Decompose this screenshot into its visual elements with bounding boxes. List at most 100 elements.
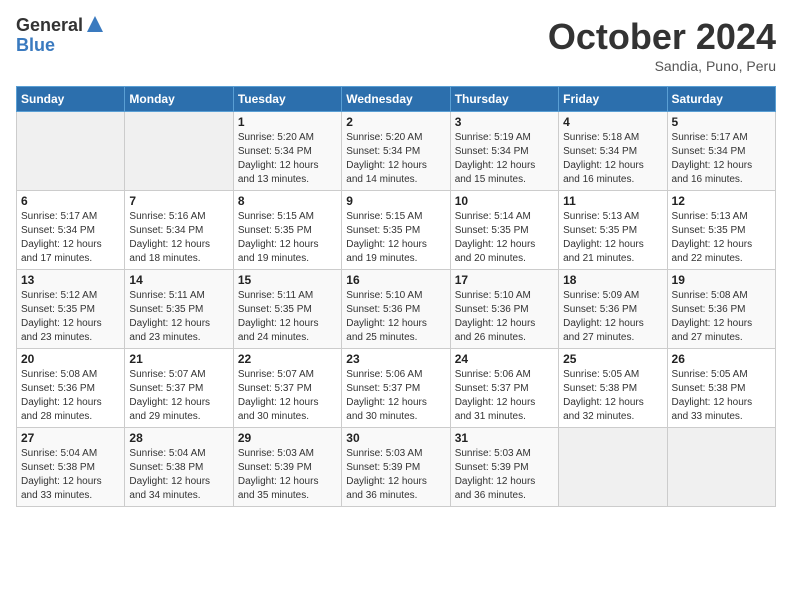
logo-blue-text: Blue bbox=[16, 36, 105, 56]
calendar-cell: 28 Sunrise: 5:04 AMSunset: 5:38 PMDayligh… bbox=[125, 428, 233, 507]
day-number: 3 bbox=[455, 115, 554, 129]
day-info: Sunrise: 5:09 AMSunset: 5:36 PMDaylight:… bbox=[563, 289, 662, 345]
day-info: Sunrise: 5:12 AMSunset: 5:35 PMDaylight:… bbox=[21, 289, 120, 345]
day-info: Sunrise: 5:03 AMSunset: 5:39 PMDaylight:… bbox=[238, 447, 337, 503]
calendar-cell: 13 Sunrise: 5:12 AMSunset: 5:35 PMDayligh… bbox=[17, 270, 125, 349]
weekday-header-monday: Monday bbox=[125, 87, 233, 112]
day-number: 21 bbox=[129, 352, 228, 366]
day-number: 5 bbox=[672, 115, 771, 129]
day-number: 10 bbox=[455, 194, 554, 208]
calendar-cell: 22 Sunrise: 5:07 AMSunset: 5:37 PMDayligh… bbox=[233, 349, 341, 428]
calendar-cell bbox=[559, 428, 667, 507]
day-info: Sunrise: 5:13 AMSunset: 5:35 PMDaylight:… bbox=[563, 210, 662, 266]
day-number: 25 bbox=[563, 352, 662, 366]
calendar-week-row: 6 Sunrise: 5:17 AMSunset: 5:34 PMDaylight… bbox=[17, 191, 776, 270]
day-info: Sunrise: 5:17 AMSunset: 5:34 PMDaylight:… bbox=[672, 131, 771, 187]
calendar-cell: 16 Sunrise: 5:10 AMSunset: 5:36 PMDayligh… bbox=[342, 270, 450, 349]
calendar-cell: 15Sunrise: 5:11 AMSunset: 5:35 PMDayligh… bbox=[233, 270, 341, 349]
calendar-cell: 31 Sunrise: 5:03 AMSunset: 5:39 PMDayligh… bbox=[450, 428, 558, 507]
day-info: Sunrise: 5:05 AMSunset: 5:38 PMDaylight:… bbox=[563, 368, 662, 424]
day-number: 14 bbox=[129, 273, 228, 287]
calendar-table: SundayMondayTuesdayWednesdayThursdayFrid… bbox=[16, 86, 776, 507]
calendar-cell: 2Sunrise: 5:20 AMSunset: 5:34 PMDaylight… bbox=[342, 112, 450, 191]
day-number: 15 bbox=[238, 273, 337, 287]
calendar-cell: 4Sunrise: 5:18 AMSunset: 5:34 PMDaylight… bbox=[559, 112, 667, 191]
page-header: General Blue October 2024 Sandia, Puno, … bbox=[16, 16, 776, 74]
calendar-cell: 19Sunrise: 5:08 AMSunset: 5:36 PMDayligh… bbox=[667, 270, 775, 349]
day-number: 31 bbox=[455, 431, 554, 445]
day-number: 30 bbox=[346, 431, 445, 445]
calendar-cell bbox=[667, 428, 775, 507]
weekday-header-row: SundayMondayTuesdayWednesdayThursdayFrid… bbox=[17, 87, 776, 112]
calendar-week-row: 1 Sunrise: 5:20 AMSunset: 5:34 PMDaylight… bbox=[17, 112, 776, 191]
day-info: Sunrise: 5:08 AMSunset: 5:36 PMDaylight:… bbox=[672, 289, 771, 345]
day-info: Sunrise: 5:20 AMSunset: 5:34 PMDaylight:… bbox=[346, 131, 445, 187]
day-number: 12 bbox=[672, 194, 771, 208]
day-info: Sunrise: 5:03 AMSunset: 5:39 PMDaylight:… bbox=[346, 447, 445, 503]
day-number: 26 bbox=[672, 352, 771, 366]
day-info: Sunrise: 5:10 AMSunset: 5:36 PMDaylight:… bbox=[455, 289, 554, 345]
weekday-header-thursday: Thursday bbox=[450, 87, 558, 112]
day-info: Sunrise: 5:11 AMSunset: 5:35 PMDaylight:… bbox=[129, 289, 228, 345]
day-number: 22 bbox=[238, 352, 337, 366]
calendar-cell: 7 Sunrise: 5:16 AMSunset: 5:34 PMDaylight… bbox=[125, 191, 233, 270]
day-number: 23 bbox=[346, 352, 445, 366]
calendar-cell: 29Sunrise: 5:03 AMSunset: 5:39 PMDayligh… bbox=[233, 428, 341, 507]
calendar-cell: 17Sunrise: 5:10 AMSunset: 5:36 PMDayligh… bbox=[450, 270, 558, 349]
calendar-cell: 18Sunrise: 5:09 AMSunset: 5:36 PMDayligh… bbox=[559, 270, 667, 349]
day-info: Sunrise: 5:16 AMSunset: 5:34 PMDaylight:… bbox=[129, 210, 228, 266]
calendar-cell: 20 Sunrise: 5:08 AMSunset: 5:36 PMDayligh… bbox=[17, 349, 125, 428]
weekday-header-tuesday: Tuesday bbox=[233, 87, 341, 112]
title-block: October 2024 Sandia, Puno, Peru bbox=[548, 16, 776, 74]
calendar-cell: 10 Sunrise: 5:14 AMSunset: 5:35 PMDayligh… bbox=[450, 191, 558, 270]
calendar-week-row: 27 Sunrise: 5:04 AMSunset: 5:38 PMDayligh… bbox=[17, 428, 776, 507]
day-info: Sunrise: 5:15 AMSunset: 5:35 PMDaylight:… bbox=[238, 210, 337, 266]
day-number: 9 bbox=[346, 194, 445, 208]
weekday-header-saturday: Saturday bbox=[667, 87, 775, 112]
day-number: 27 bbox=[21, 431, 120, 445]
calendar-cell: 9 Sunrise: 5:15 AMSunset: 5:35 PMDaylight… bbox=[342, 191, 450, 270]
day-info: Sunrise: 5:20 AMSunset: 5:34 PMDaylight:… bbox=[238, 131, 337, 187]
calendar-cell: 3 Sunrise: 5:19 AMSunset: 5:34 PMDaylight… bbox=[450, 112, 558, 191]
day-info: Sunrise: 5:04 AMSunset: 5:38 PMDaylight:… bbox=[21, 447, 120, 503]
calendar-cell: 11Sunrise: 5:13 AMSunset: 5:35 PMDayligh… bbox=[559, 191, 667, 270]
calendar-cell: 12Sunrise: 5:13 AMSunset: 5:35 PMDayligh… bbox=[667, 191, 775, 270]
calendar-cell: 24 Sunrise: 5:06 AMSunset: 5:37 PMDayligh… bbox=[450, 349, 558, 428]
weekday-header-sunday: Sunday bbox=[17, 87, 125, 112]
calendar-cell bbox=[125, 112, 233, 191]
calendar-cell bbox=[17, 112, 125, 191]
day-info: Sunrise: 5:10 AMSunset: 5:36 PMDaylight:… bbox=[346, 289, 445, 345]
calendar-cell: 25 Sunrise: 5:05 AMSunset: 5:38 PMDayligh… bbox=[559, 349, 667, 428]
calendar-cell: 30 Sunrise: 5:03 AMSunset: 5:39 PMDayligh… bbox=[342, 428, 450, 507]
logo: General Blue bbox=[16, 16, 105, 56]
day-info: Sunrise: 5:06 AMSunset: 5:37 PMDaylight:… bbox=[346, 368, 445, 424]
calendar-cell: 8Sunrise: 5:15 AMSunset: 5:35 PMDaylight… bbox=[233, 191, 341, 270]
day-number: 20 bbox=[21, 352, 120, 366]
day-number: 24 bbox=[455, 352, 554, 366]
day-info: Sunrise: 5:17 AMSunset: 5:34 PMDaylight:… bbox=[21, 210, 120, 266]
calendar-week-row: 13 Sunrise: 5:12 AMSunset: 5:35 PMDayligh… bbox=[17, 270, 776, 349]
day-number: 7 bbox=[129, 194, 228, 208]
day-info: Sunrise: 5:19 AMSunset: 5:34 PMDaylight:… bbox=[455, 131, 554, 187]
day-info: Sunrise: 5:06 AMSunset: 5:37 PMDaylight:… bbox=[455, 368, 554, 424]
day-info: Sunrise: 5:08 AMSunset: 5:36 PMDaylight:… bbox=[21, 368, 120, 424]
calendar-cell: 27 Sunrise: 5:04 AMSunset: 5:38 PMDayligh… bbox=[17, 428, 125, 507]
day-number: 13 bbox=[21, 273, 120, 287]
day-info: Sunrise: 5:05 AMSunset: 5:38 PMDaylight:… bbox=[672, 368, 771, 424]
day-info: Sunrise: 5:14 AMSunset: 5:35 PMDaylight:… bbox=[455, 210, 554, 266]
month-title: October 2024 bbox=[548, 16, 776, 58]
day-number: 6 bbox=[21, 194, 120, 208]
day-number: 16 bbox=[346, 273, 445, 287]
day-info: Sunrise: 5:04 AMSunset: 5:38 PMDaylight:… bbox=[129, 447, 228, 503]
calendar-cell: 21 Sunrise: 5:07 AMSunset: 5:37 PMDayligh… bbox=[125, 349, 233, 428]
day-info: Sunrise: 5:07 AMSunset: 5:37 PMDaylight:… bbox=[129, 368, 228, 424]
calendar-cell: 5 Sunrise: 5:17 AMSunset: 5:34 PMDaylight… bbox=[667, 112, 775, 191]
day-number: 28 bbox=[129, 431, 228, 445]
calendar-week-row: 20 Sunrise: 5:08 AMSunset: 5:36 PMDayligh… bbox=[17, 349, 776, 428]
weekday-header-friday: Friday bbox=[559, 87, 667, 112]
day-info: Sunrise: 5:03 AMSunset: 5:39 PMDaylight:… bbox=[455, 447, 554, 503]
day-info: Sunrise: 5:15 AMSunset: 5:35 PMDaylight:… bbox=[346, 210, 445, 266]
day-number: 1 bbox=[238, 115, 337, 129]
day-info: Sunrise: 5:07 AMSunset: 5:37 PMDaylight:… bbox=[238, 368, 337, 424]
calendar-cell: 26 Sunrise: 5:05 AMSunset: 5:38 PMDayligh… bbox=[667, 349, 775, 428]
